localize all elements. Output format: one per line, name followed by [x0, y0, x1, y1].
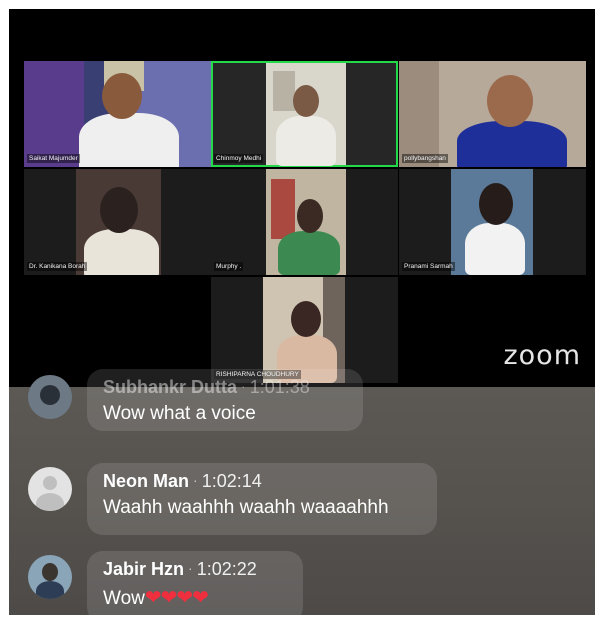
participant-name: pollybangshan: [402, 154, 448, 163]
chat-bubble: Neon Man · 1:02:14 Waahh waahhh waahh waaa…: [87, 463, 437, 535]
avatar: [28, 467, 72, 511]
video-tile-4[interactable]: Dr. Kanikana Borah: [24, 169, 211, 275]
chat-bubble: Subhankr Dutta · 1:01:38 Wow what a voice: [87, 369, 363, 431]
participant-name: Pranami Sarmah: [402, 262, 455, 271]
message-text: Wow❤❤❤❤: [103, 585, 289, 610]
screenshot-frame: Saikat Majumder Chinmoy Medhi pollybangs…: [9, 9, 595, 615]
message-meta: Neon Man · 1:02:14: [103, 471, 423, 492]
participant-name: Chinmoy Medhi: [214, 154, 264, 163]
chat-message: Jabir Hzn · 1:02:22 Wow❤❤❤❤: [9, 551, 595, 615]
message-meta: Subhankr Dutta · 1:01:38: [103, 377, 349, 398]
message-text-content: Wow: [103, 588, 145, 609]
chat-bubble: Jabir Hzn · 1:02:22 Wow❤❤❤❤: [87, 551, 303, 615]
avatar: [28, 375, 72, 419]
chat-message: Neon Man · 1:02:14 Waahh waahhh waahh waaa…: [9, 463, 595, 543]
heart-emoji-icon: ❤❤❤❤: [144, 587, 209, 609]
separator-dot: ·: [188, 560, 193, 576]
message-meta: Jabir Hzn · 1:02:22: [103, 559, 289, 580]
author-name: Neon Man: [103, 471, 190, 491]
avatar: [28, 555, 72, 599]
separator-dot: ·: [241, 378, 246, 394]
message-text: Wow what a voice: [103, 403, 256, 424]
author-name: Subhankr Dutta: [103, 377, 238, 397]
timestamp: 1:02:14: [201, 471, 262, 491]
video-tile-5[interactable]: Murphy .: [211, 169, 398, 275]
author-name: Jabir Hzn: [103, 559, 185, 579]
video-tile-3[interactable]: pollybangshan: [399, 61, 586, 167]
message-text: Waahh waahhh waahh waaaahhh: [103, 497, 389, 518]
video-tile-6[interactable]: Pranami Sarmah: [399, 169, 586, 275]
zoom-video-grid: Saikat Majumder Chinmoy Medhi pollybangs…: [9, 9, 595, 387]
live-chat[interactable]: Subhankr Dutta · 1:01:38 Wow what a voice …: [9, 369, 595, 615]
timestamp: 1:02:22: [196, 559, 257, 579]
video-tile-1[interactable]: Saikat Majumder: [24, 61, 211, 167]
timestamp: 1:01:38: [249, 377, 310, 397]
participant-name: Murphy .: [214, 262, 244, 271]
participant-name: Saikat Majumder: [27, 154, 80, 163]
separator-dot: ·: [193, 472, 198, 488]
participant-name: Dr. Kanikana Borah: [27, 262, 88, 271]
chat-message: Subhankr Dutta · 1:01:38 Wow what a voice: [9, 365, 595, 445]
video-tile-2-active-speaker[interactable]: Chinmoy Medhi: [211, 61, 398, 167]
